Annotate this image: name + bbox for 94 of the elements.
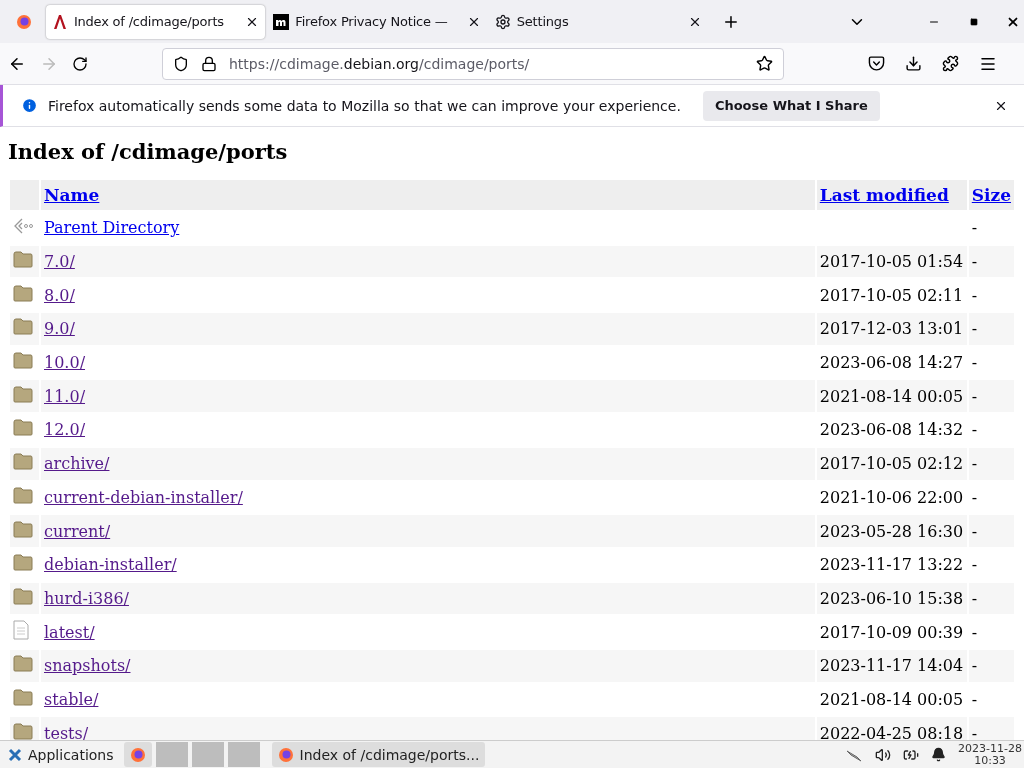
directory-link[interactable]: 12.0/: [44, 420, 85, 440]
file-size: -: [971, 218, 978, 238]
modified-date: 2023-06-10 15:38: [819, 588, 964, 608]
modified-date: 2023-06-08 14:27: [819, 353, 964, 373]
directory-link[interactable]: stable/: [44, 689, 99, 709]
file-size: -: [971, 454, 978, 474]
m-logo-icon: [273, 13, 290, 30]
notification-message: Firefox automatically sends some data to Mozilla so that we can improve your experience.: [48, 97, 681, 114]
folder-icon: [13, 655, 33, 673]
file-size: -: [971, 420, 978, 440]
directory-link[interactable]: archive/: [44, 454, 110, 474]
file-size: -: [971, 319, 978, 339]
modified-date: 2021-08-14 00:05: [819, 386, 964, 406]
browser-tab[interactable]: Settings: [488, 4, 709, 39]
file-size: -: [971, 252, 978, 272]
modified-date: 2017-12-03 13:01: [819, 319, 964, 339]
notification-bell-icon[interactable]: [931, 747, 947, 762]
folder-icon: [13, 554, 33, 572]
folder-icon: [13, 587, 33, 605]
browser-tab[interactable]: Firefox Privacy Notice —: [267, 4, 487, 39]
directory-link[interactable]: 9.0/: [44, 319, 75, 339]
lock-icon[interactable]: [201, 55, 217, 72]
info-icon: [21, 97, 38, 114]
directory-link[interactable]: Parent Directory: [44, 218, 180, 238]
folder-icon: [13, 419, 33, 437]
file-size: -: [971, 487, 978, 507]
url-text: https://cdimage.debian.org/cdimage/ports/: [229, 55, 531, 72]
gear-icon: [494, 13, 511, 30]
directory-link[interactable]: 10.0/: [44, 353, 85, 373]
launcher-button[interactable]: [123, 742, 152, 767]
file-size: -: [971, 656, 978, 676]
file-size: -: [971, 689, 978, 709]
back-arrow-icon: [13, 216, 35, 235]
folder-icon: [13, 318, 33, 336]
folder-icon: [13, 251, 33, 269]
firefox-icon: [15, 13, 32, 30]
directory-link[interactable]: debian-installer/: [44, 555, 177, 575]
modified-date: 2023-05-28 16:30: [819, 521, 964, 541]
folder-icon: [13, 385, 33, 403]
firefox-icon: [277, 746, 294, 763]
modified-date: 2023-11-17 14:04: [819, 656, 964, 676]
x-logo-icon: [8, 747, 22, 762]
modified-date: 2023-11-17 13:22: [819, 555, 964, 575]
bookmark-star-icon[interactable]: [756, 55, 773, 72]
file-size: -: [971, 555, 978, 575]
directory-link[interactable]: 7.0/: [44, 252, 75, 272]
file-size: -: [971, 353, 978, 373]
folder-icon: [13, 520, 33, 538]
folder-icon: [13, 688, 33, 706]
directory-link[interactable]: current-debian-installer/: [44, 487, 243, 507]
page-heading: Index of /cdimage/ports: [8, 139, 289, 164]
modified-date: 2022-04-25 08:18: [819, 723, 964, 740]
folder-icon: [13, 486, 33, 504]
file-size: -: [971, 285, 978, 305]
modified-date: 2017-10-09 00:39: [819, 622, 964, 642]
directory-link[interactable]: hurd-i386/: [44, 588, 129, 608]
column-header-link[interactable]: Name: [44, 185, 100, 205]
folder-icon: [13, 284, 33, 302]
directory-link[interactable]: tests/: [44, 723, 89, 740]
clock[interactable]: 2023-11-28 10:33: [958, 742, 1022, 767]
download-icon[interactable]: [905, 55, 922, 72]
folder-icon: [13, 453, 33, 471]
modified-date: 2017-10-05 02:12: [819, 454, 964, 474]
file-size: -: [971, 622, 978, 642]
pocket-icon[interactable]: [868, 55, 885, 72]
reload-icon[interactable]: [72, 55, 88, 72]
folder-icon: [13, 352, 33, 370]
choose-what-i-share-button[interactable]: Choose What I Share: [702, 90, 880, 121]
modified-date: 2017-10-05 01:54: [819, 252, 964, 272]
directory-link[interactable]: latest/: [44, 622, 95, 642]
file-size: -: [971, 386, 978, 406]
folder-icon: [13, 722, 33, 740]
applications-menu[interactable]: Applications: [2, 742, 120, 767]
modified-date: 2017-10-05 02:11: [819, 285, 964, 305]
document-icon: [13, 620, 29, 641]
volume-icon[interactable]: [875, 746, 892, 763]
modified-date: 2021-08-14 00:05: [819, 689, 964, 709]
directory-link[interactable]: 8.0/: [44, 285, 75, 305]
address-bar[interactable]: https://cdimage.debian.org/cdimage/ports/: [162, 47, 784, 80]
file-size: -: [971, 723, 978, 740]
modified-date: 2023-06-08 14:32: [819, 420, 964, 440]
directory-link[interactable]: 11.0/: [44, 386, 85, 406]
shield-icon[interactable]: [173, 55, 189, 72]
file-size: -: [971, 588, 978, 608]
file-size: -: [971, 521, 978, 541]
maximize-icon[interactable]: [970, 17, 979, 26]
window-task-button[interactable]: Index of /cdimage/ports...: [271, 742, 486, 767]
directory-link[interactable]: current/: [44, 521, 111, 541]
firefox-icon: [129, 746, 146, 763]
extensions-icon[interactable]: [942, 55, 959, 72]
directory-link[interactable]: snapshots/: [44, 656, 131, 676]
modified-date: 2021-10-06 22:00: [819, 487, 964, 507]
browser-tab[interactable]: Index of /cdimage/ports: [45, 4, 266, 39]
a-logo-icon: [51, 13, 68, 30]
